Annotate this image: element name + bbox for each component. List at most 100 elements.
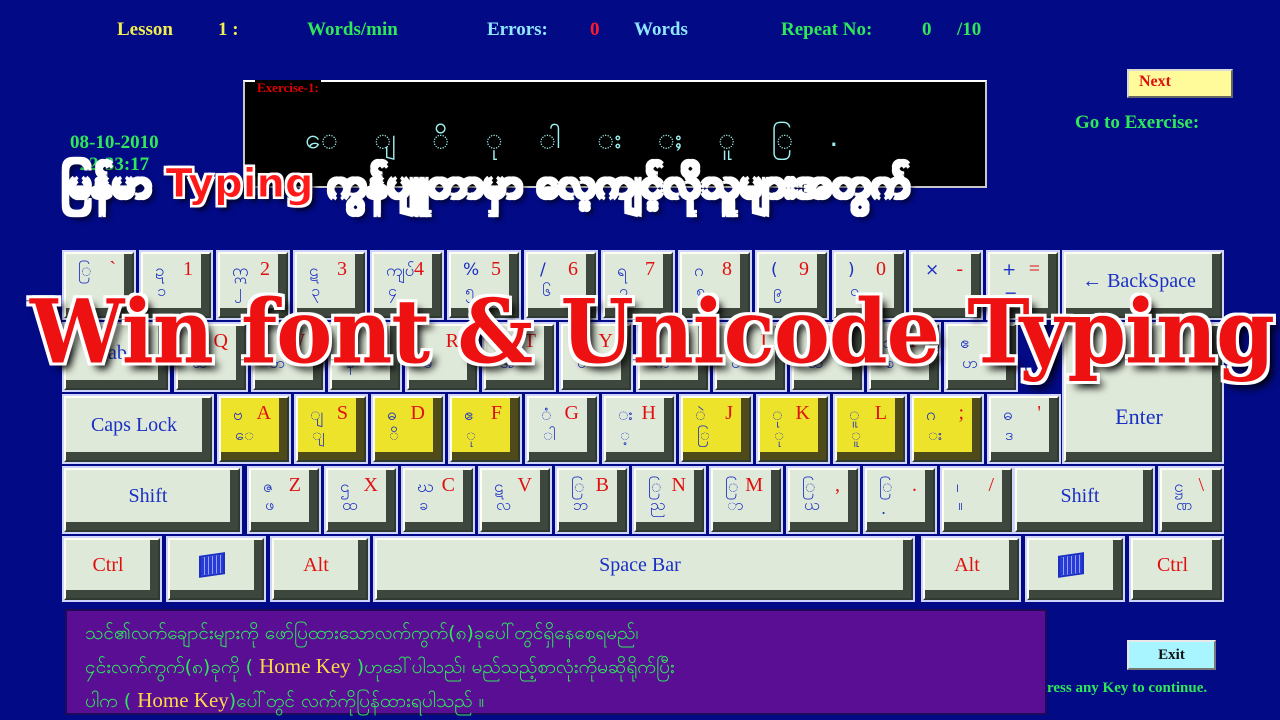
key-latin: ' [1037, 402, 1041, 424]
key-shift-glyph: ) [848, 260, 855, 280]
home-key-label: Home Key [137, 688, 229, 712]
key-row3-5[interactable]: း H့ [604, 396, 674, 462]
key-latin: 3 [337, 258, 347, 280]
exercise-char: း [596, 122, 622, 155]
key-row3-3[interactable]: ဧ Fု [450, 396, 520, 462]
key-glyph: ိ [389, 425, 399, 444]
exercise-char: ူ [717, 122, 736, 155]
instruction-text: )ဟုခေါ်ပါသည်၊ မည်သည့်စာလုံးကိုမဆိုရိုက်ပ… [356, 656, 675, 678]
key-glyph: ေ [235, 425, 254, 444]
windows-logo-icon [1029, 540, 1113, 590]
key-row3-6[interactable]: ဲ Jြ [681, 396, 751, 462]
key-row4-1[interactable]: ဌXထ [326, 468, 396, 532]
key-latin: N [671, 474, 686, 496]
key-latin: C [441, 474, 455, 496]
key-row3-2[interactable]: ဓ Dိ [373, 396, 443, 462]
key-glyph: ါ [543, 425, 556, 444]
key-latin: M [745, 474, 763, 496]
exercise-char: ိ [431, 122, 450, 155]
repeat-total: /10 [957, 19, 982, 40]
key-row4-6[interactable]: ြ Mာ [711, 468, 781, 532]
key-latin: Z [288, 474, 301, 496]
key-row4-5[interactable]: ြ N ည [634, 468, 704, 532]
key-row4-2[interactable]: ဃCခ [403, 468, 473, 532]
key-latin: D [410, 402, 425, 424]
key-row3-10[interactable]: ဓ ' ဒ [989, 396, 1059, 462]
press-any-key-text: ress any Key to continue. [1047, 680, 1208, 696]
key-latin: , [835, 474, 840, 496]
key-row4-8[interactable]: ြ.. [865, 468, 935, 532]
right-alt-key[interactable]: Alt [923, 538, 1019, 600]
key-latin: 2 [260, 258, 270, 280]
key-shift-glyph: + [1002, 260, 1017, 280]
key-glyph: ု [466, 425, 476, 444]
key-latin: F [490, 402, 502, 424]
key-glyph: ြ [697, 425, 710, 444]
key-row3-4[interactable]: ံ Gါ [527, 396, 597, 462]
instruction-line-3: ပါက ( Home Key)ပေါ်တွင် လက်ကိုပြန်ထားရပါ… [85, 684, 1035, 718]
left-shift-key[interactable]: Shift [64, 468, 240, 532]
key-latin: J [725, 402, 733, 424]
key-glyph: ။ [958, 495, 963, 514]
instruction-line-1: သင်၏လက်ချောင်းများကို ဖော်ပြထားသောလက်ကွက… [85, 622, 639, 644]
key-latin: L [874, 402, 887, 424]
left-windows-key[interactable] [168, 538, 264, 600]
key-latin: 1 [183, 258, 193, 280]
key-row4-7[interactable]: ြ, ယ [788, 468, 858, 532]
key-shift-glyph: ( [771, 260, 778, 280]
left-ctrl-key[interactable]: Ctrl [64, 538, 160, 600]
key-row4-3[interactable]: ဋVလ [480, 468, 550, 532]
key-row4-9[interactable]: ၊ / ။ [942, 468, 1012, 532]
words-per-min-label: Words/min [307, 19, 398, 40]
key-glyph: ့ [620, 425, 630, 444]
right-windows-key[interactable] [1027, 538, 1123, 600]
key-latin: A [256, 402, 271, 424]
left-alt-key[interactable]: Alt [272, 538, 368, 600]
key-label: Caps Lock [90, 413, 178, 436]
key-glyph: ူ [851, 425, 861, 444]
exercise-char: ါ [538, 122, 561, 155]
key-row4-4[interactable]: ြ B ဘ [557, 468, 627, 532]
key-label: Alt [954, 553, 980, 576]
key-label: Ctrl [1156, 553, 1189, 576]
words-label: Words [634, 19, 688, 40]
key-row3-1[interactable]: ျ Sျ [296, 396, 366, 462]
key-row3-8[interactable]: ူ Lူ [835, 396, 905, 462]
key-latin: V [517, 474, 532, 496]
exit-button[interactable]: Exit [1127, 640, 1216, 670]
right-shift-key[interactable]: Shift [1015, 468, 1153, 532]
key-glyph: ခ [419, 495, 428, 514]
exercise-char: . [829, 120, 839, 153]
exercise-char: ႈ [657, 122, 682, 155]
key-row3-0[interactable]: ဗ Aေ [219, 396, 289, 462]
exercise-characters: ေ ျ ိ ု ါ း ႈ ူ ြ . [305, 120, 838, 162]
backslash-key[interactable]: ဋ္ဌ \ ဏ [1160, 468, 1222, 532]
key-latin: H [641, 402, 656, 424]
instruction-text: ပါက ( [85, 690, 132, 712]
key-label: Space Bar [599, 553, 681, 576]
key-latin: 7 [645, 258, 655, 280]
key-latin: . [912, 474, 917, 496]
key-latin: ` [109, 258, 116, 280]
exercise-label: Exercise-1: [255, 80, 321, 96]
key-row3-9[interactable]: ဂ;း [912, 396, 982, 462]
key-row4-0[interactable]: ဇZဖ [249, 468, 319, 532]
key-row3-7[interactable]: ု Kု [758, 396, 828, 462]
key-latin: / [988, 474, 994, 496]
right-ctrl-key[interactable]: Ctrl [1131, 538, 1222, 600]
key-label: Ctrl [92, 553, 124, 576]
space-bar-key[interactable]: Space Bar [375, 538, 913, 600]
date-text: 08-10-2010 [70, 132, 159, 153]
key-latin: 6 [568, 258, 578, 280]
exercise-char: ု [485, 122, 503, 155]
key-glyph: ာ [727, 495, 744, 514]
key-latin: 0 [876, 258, 886, 280]
lesson-number: 1 : [218, 19, 239, 40]
key-glyph: ည [650, 495, 666, 514]
instruction-panel: သင်၏လက်ချောင်းများကို ဖော်ပြထားသောလက်ကွက… [65, 609, 1047, 715]
next-button[interactable]: Next [1127, 69, 1233, 98]
key-latin: 9 [799, 258, 809, 280]
lesson-label: Lesson [117, 19, 173, 40]
caps-lock-key[interactable]: Caps Lock [64, 396, 212, 462]
home-key-label: Home Key [259, 654, 351, 678]
